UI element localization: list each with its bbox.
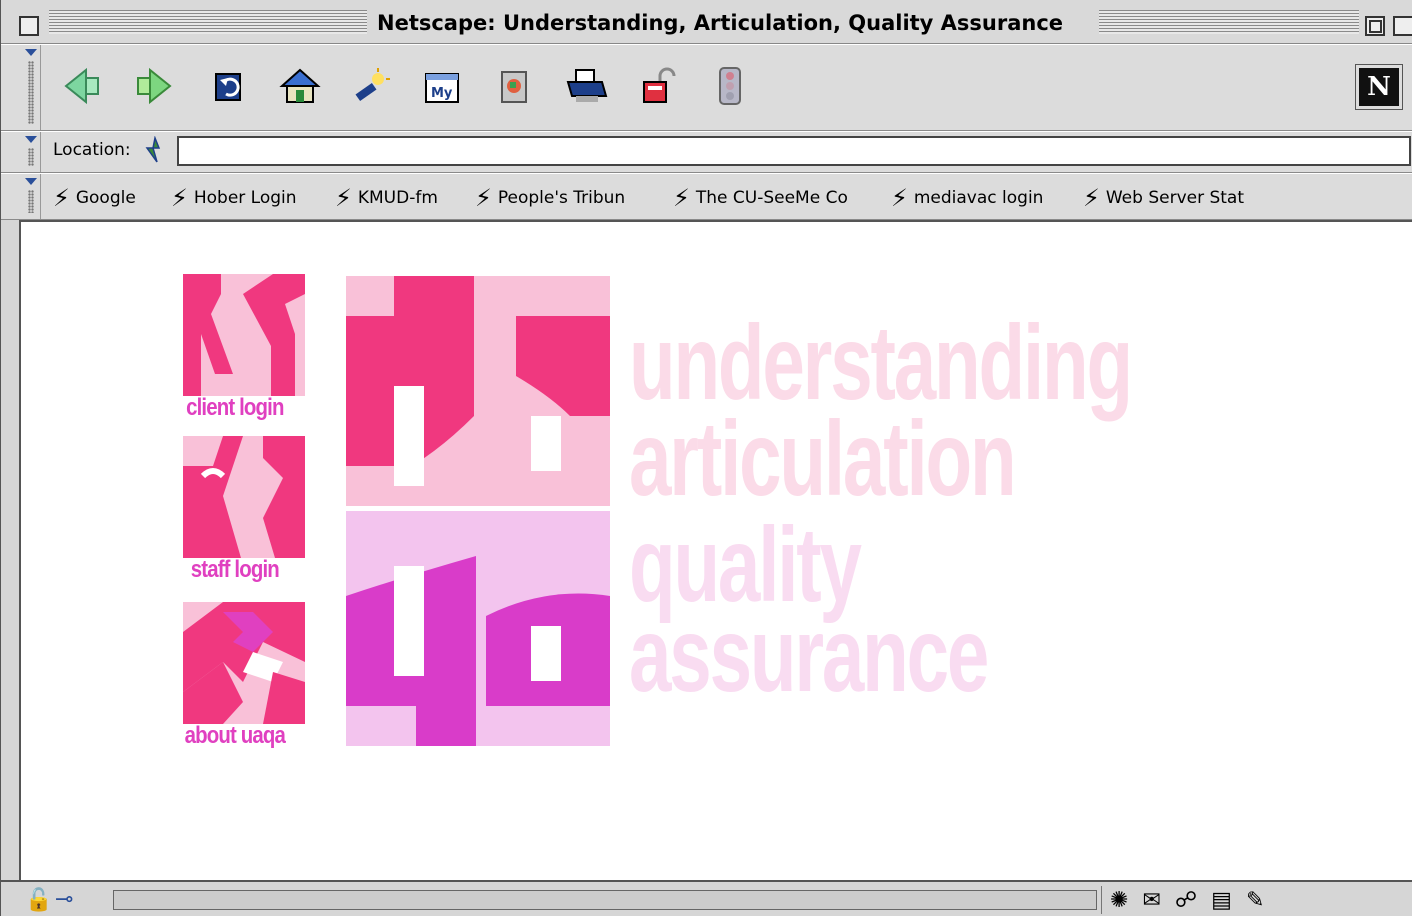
component-bar: ✺ ✉ ☍ ▤ ✎ [1101,886,1412,914]
forward-icon [137,67,172,105]
client-login-link[interactable]: client login [183,394,287,422]
browser-window: Netscape: Understanding, Articulation, Q… [0,0,1412,916]
location-label: Location: [53,140,131,160]
page-content: client login staff login about uaqa unde… [19,220,1412,880]
print-button[interactable] [563,63,609,109]
bookmark-web-server-stat[interactable]: ⚡ Web Server Stat [1083,184,1244,212]
home-button[interactable] [277,63,323,109]
tagline-articulation: articulation [629,400,1017,518]
bookmark-icon: ⚡ [891,184,908,212]
search-icon [355,68,390,102]
unlocked-security-icon[interactable]: 🔓 [25,888,52,913]
images-button[interactable] [491,63,537,109]
toolbar-grip[interactable] [23,45,41,130]
navigator-icon[interactable]: ✺ [1110,888,1128,913]
progress-bar [113,890,1097,910]
location-input[interactable] [177,136,1411,166]
images-icon [501,71,527,103]
address-book-icon[interactable]: ▤ [1211,888,1232,913]
discussions-icon[interactable]: ☍ [1175,888,1197,913]
close-box[interactable] [19,16,39,36]
status-bar: 🔓 ⊸ ✺ ✉ ☍ ▤ ✎ [1,880,1412,916]
location-toolbar: Location: [1,131,1412,173]
title-stripes-right [1099,10,1359,34]
bookmark-google[interactable]: ⚡ Google [53,184,136,212]
back-icon [64,67,99,105]
bookmark-cu-seeme[interactable]: ⚡ The CU-SeeMe Co [673,184,848,212]
reload-button[interactable] [207,63,253,109]
bookmark-peoples-tribun[interactable]: ⚡ People's Tribun [475,184,625,212]
staff-login-link[interactable]: staff login [183,556,287,584]
bookmark-icon: ⚡ [475,184,492,212]
window-title: Netscape: Understanding, Articulation, Q… [371,8,1070,38]
stop-button[interactable] [707,63,753,109]
composer-icon[interactable]: ✎ [1246,888,1264,913]
zoom-box[interactable] [1365,16,1385,36]
stop-icon [719,67,741,105]
bookmark-icon: ⚡ [335,184,352,212]
bookmark-icon: ⚡ [171,184,188,212]
toolbar-grip[interactable] [23,132,41,172]
reload-icon [215,73,241,101]
title-stripes-left [49,10,367,34]
collapse-box[interactable] [1393,16,1412,36]
client-login-icon[interactable] [183,274,305,396]
about-uaqa-icon[interactable] [183,602,305,724]
my-netscape-button[interactable]: My [419,63,465,109]
print-icon [566,69,608,102]
security-icon [643,67,676,103]
bookmark-kmud-fm[interactable]: ⚡ KMUD-fm [335,184,438,212]
online-status-icon[interactable]: ⊸ [55,887,73,912]
bookmark-icon: ⚡ [1083,184,1100,212]
navigation-toolbar: My N [1,44,1412,131]
title-bar[interactable]: Netscape: Understanding, Articulation, Q… [1,0,1412,44]
toolbar-grip[interactable] [23,174,41,219]
back-button[interactable] [59,63,105,109]
forward-button[interactable] [131,63,177,109]
svg-text:My: My [431,86,453,101]
page-proxy-icon[interactable] [141,135,169,170]
about-uaqa-link[interactable]: about uaqa [183,722,287,750]
netscape-logo[interactable]: N [1355,64,1403,110]
uaqa-logo [346,276,610,746]
bookmark-icon: ⚡ [53,184,70,212]
bookmark-hober-login[interactable]: ⚡ Hober Login [171,184,297,212]
mail-icon[interactable]: ✉ [1142,888,1160,913]
search-button[interactable] [347,63,393,109]
bookmarks-toolbar: ⚡ Google ⚡ Hober Login ⚡ KMUD-fm ⚡ People's … [1,173,1412,220]
security-button[interactable] [635,63,681,109]
my-netscape-icon: My [425,73,459,103]
bookmark-mediavac-login[interactable]: ⚡ mediavac login [891,184,1043,212]
home-icon [279,68,321,103]
bookmark-icon: ⚡ [673,184,690,212]
tagline-assurance: assurance [629,596,989,714]
staff-login-icon[interactable] [183,436,305,558]
